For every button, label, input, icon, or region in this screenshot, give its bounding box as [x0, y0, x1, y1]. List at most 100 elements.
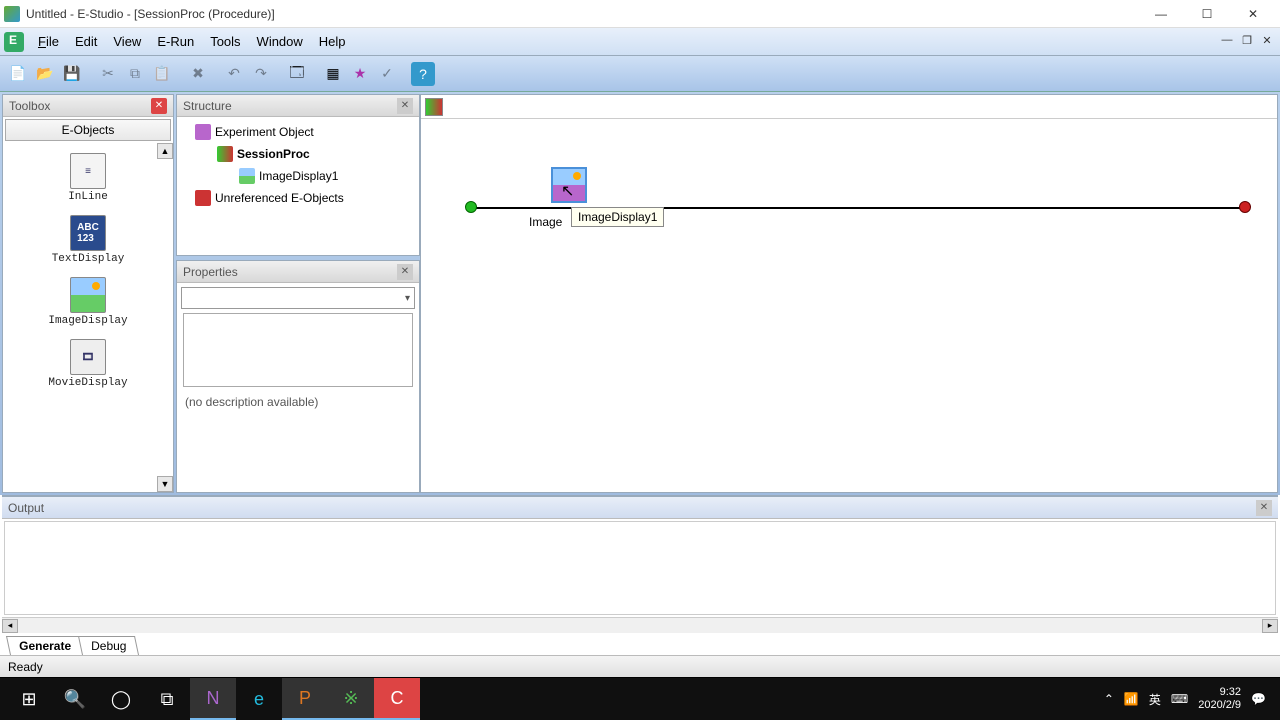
textdisplay-icon: ABC123	[70, 215, 106, 251]
separator	[276, 62, 282, 86]
mdi-minimize-button[interactable]: —	[1218, 34, 1236, 50]
imagedisplay-icon	[239, 168, 255, 184]
structure-tree: Experiment Object SessionProc ImageDispl…	[177, 117, 419, 255]
properties-close-button[interactable]: ✕	[397, 264, 413, 280]
output-header: Output ✕	[2, 497, 1278, 519]
timeline-object-label: Image	[529, 215, 562, 229]
mdi-close-button[interactable]: ✕	[1258, 34, 1276, 50]
app-icon	[4, 6, 20, 22]
paste-button[interactable]: 📋	[150, 62, 174, 86]
scroll-left-button[interactable]: ◂	[2, 619, 18, 633]
separator	[87, 62, 93, 86]
taskbar-onenote[interactable]: N	[190, 678, 236, 720]
taskbar-powerpoint[interactable]: P	[282, 678, 328, 720]
minimize-button[interactable]: —	[1138, 1, 1184, 27]
cursor-icon: ↖	[561, 181, 574, 201]
tree-imagedisplay1[interactable]: ImageDisplay1	[183, 165, 413, 187]
menu-tools[interactable]: Tools	[202, 32, 248, 51]
structure-close-button[interactable]: ✕	[397, 98, 413, 114]
clock-time: 9:32	[1220, 686, 1241, 699]
output-scrollbar[interactable]: ◂ ▸	[2, 617, 1278, 633]
timeline-end-icon	[1239, 201, 1251, 213]
output-tabs: Generate Debug	[2, 633, 1278, 655]
toolbox-header: Toolbox ✕	[3, 95, 173, 117]
tray-expand-icon[interactable]: ⌃	[1104, 692, 1114, 706]
maximize-button[interactable]: ☐	[1184, 1, 1230, 27]
save-button[interactable]: 💾	[60, 62, 84, 86]
taskview-button[interactable]: ⧉	[144, 678, 190, 720]
taskbar-edge[interactable]: e	[236, 678, 282, 720]
output-title: Output	[8, 501, 44, 515]
toolbox-close-button[interactable]: ✕	[151, 98, 167, 114]
tree-sessionproc[interactable]: SessionProc	[183, 143, 413, 165]
notifications-icon[interactable]: 💬	[1251, 692, 1266, 706]
toolbox-label: MovieDisplay	[48, 377, 127, 389]
network-icon[interactable]: 📶	[1124, 692, 1139, 706]
undo-button[interactable]: ↶	[222, 62, 246, 86]
properties-title: Properties	[183, 265, 238, 279]
new-button[interactable]: 📄	[6, 62, 30, 86]
search-button[interactable]: 🔍	[52, 678, 98, 720]
clock[interactable]: 9:32 2020/2/9	[1198, 686, 1241, 712]
system-tray: ⌃ 📶 英 ⌨ 9:32 2020/2/9 💬	[1104, 686, 1274, 712]
output-body	[4, 521, 1276, 615]
redo-button[interactable]: ↷	[249, 62, 273, 86]
separator	[177, 62, 183, 86]
toolbox-tab-eobjects[interactable]: E-Objects	[5, 119, 171, 141]
mdi-restore-button[interactable]: ❐	[1238, 34, 1256, 50]
scroll-right-button[interactable]: ▸	[1262, 619, 1278, 633]
menu-file[interactable]: File	[30, 32, 67, 51]
check-button[interactable]: ✓	[375, 62, 399, 86]
output-tab-debug[interactable]: Debug	[78, 636, 139, 655]
procedure-canvas[interactable]: ↖ Image ImageDisplay1	[421, 119, 1277, 492]
toolbox-scroll-down[interactable]: ▼	[157, 476, 173, 492]
tree-experiment[interactable]: Experiment Object	[183, 121, 413, 143]
timeline-start-icon	[465, 201, 477, 213]
copy-button[interactable]: ⧉	[123, 62, 147, 86]
menu-window[interactable]: Window	[249, 32, 311, 51]
properties-grid[interactable]	[183, 313, 413, 387]
toolbox-item-imagedisplay[interactable]: ImageDisplay	[3, 271, 173, 333]
start-button[interactable]: ⊞	[6, 678, 52, 720]
menu-erun[interactable]: E-Run	[149, 32, 202, 51]
tab-label: Generate	[19, 639, 71, 653]
properties-object-select[interactable]	[181, 287, 415, 309]
close-button[interactable]: ✕	[1230, 1, 1276, 27]
list-button[interactable]: ▦	[321, 62, 345, 86]
menu-view[interactable]: View	[105, 32, 149, 51]
toolbox-label: InLine	[68, 191, 108, 203]
procedure-canvas-panel: ↖ Image ImageDisplay1	[420, 94, 1278, 493]
moviedisplay-icon: 🎞	[70, 339, 106, 375]
inline-icon: ≡	[70, 153, 106, 189]
toolbox-item-textdisplay[interactable]: ABC123 TextDisplay	[3, 209, 173, 271]
tooltip: ImageDisplay1	[571, 207, 664, 227]
output-tab-generate[interactable]: Generate	[6, 636, 84, 655]
ime-lang[interactable]: 英	[1149, 691, 1161, 708]
cut-button[interactable]: ✂	[96, 62, 120, 86]
toolbox-panel: Toolbox ✕ E-Objects ▲ ▼ ≡ InLine ABC123 …	[2, 94, 174, 493]
properties-button[interactable]: 🗔	[285, 62, 309, 86]
menu-help[interactable]: Help	[311, 32, 354, 51]
keyboard-icon[interactable]: ⌨	[1171, 692, 1188, 706]
cortana-button[interactable]: ◯	[98, 678, 144, 720]
delete-button[interactable]: ✖	[186, 62, 210, 86]
output-panel: Output ✕ ◂ ▸ Generate Debug	[2, 495, 1278, 655]
help-button[interactable]: ?	[411, 62, 435, 86]
toolbox-item-moviedisplay[interactable]: 🎞 MovieDisplay	[3, 333, 173, 395]
taskbar-estudio[interactable]: ※	[328, 678, 374, 720]
run-button[interactable]: ★	[348, 62, 372, 86]
output-close-button[interactable]: ✕	[1256, 500, 1272, 516]
properties-panel: Properties ✕ (no description available)	[176, 260, 420, 493]
menu-edit[interactable]: Edit	[67, 32, 105, 51]
estudio-logo-icon	[4, 32, 24, 52]
toolbox-item-inline[interactable]: ≡ InLine	[3, 147, 173, 209]
taskbar-camtasia[interactable]: C	[374, 678, 420, 720]
procedure-icon[interactable]	[425, 98, 443, 116]
toolbox-label: ImageDisplay	[48, 315, 127, 327]
open-button[interactable]: 📂	[33, 62, 57, 86]
toolbox-scroll-up[interactable]: ▲	[157, 143, 173, 159]
tree-unreferenced[interactable]: Unreferenced E-Objects	[183, 187, 413, 209]
taskbar: ⊞ 🔍 ◯ ⧉ N e P ※ C ⌃ 📶 英 ⌨ 9:32 2020/2/9 …	[0, 678, 1280, 720]
structure-panel: Structure ✕ Experiment Object SessionPro…	[176, 94, 420, 256]
structure-title: Structure	[183, 99, 232, 113]
